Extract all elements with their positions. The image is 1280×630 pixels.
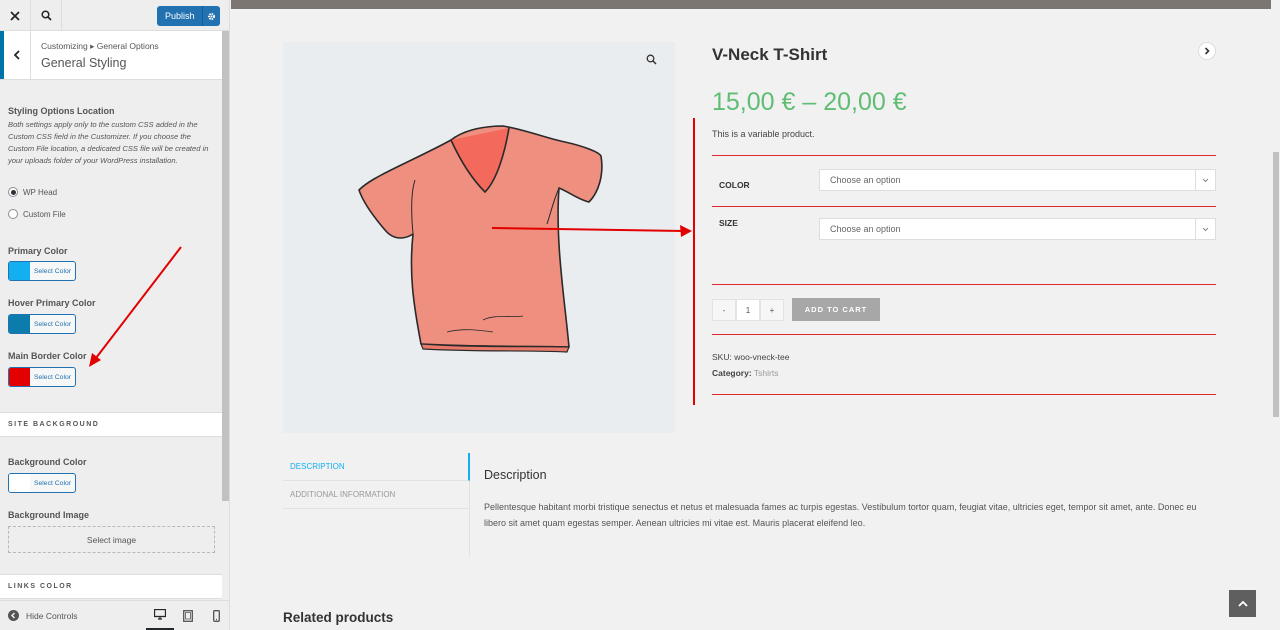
device-desktop-button[interactable]	[146, 601, 174, 630]
chevron-down-icon	[1195, 219, 1215, 239]
category-link[interactable]: Tshirts	[754, 368, 779, 378]
primary-color-button[interactable]: Select Color	[8, 261, 76, 281]
background-color-label: Background Color	[8, 457, 87, 467]
sku-value: woo-vneck-tee	[734, 352, 790, 362]
chevron-down-icon	[1195, 170, 1215, 190]
divider	[712, 334, 1216, 335]
search-button[interactable]	[31, 0, 62, 31]
product-category: Category: Tshirts	[712, 368, 778, 378]
background-image-label: Background Image	[8, 510, 90, 520]
hover-primary-color-label: Hover Primary Color	[8, 298, 96, 308]
attribute-color-select[interactable]: Choose an option	[819, 169, 1216, 191]
customizer-panel: Publish Customizing ▸ General Options Ge…	[0, 0, 230, 630]
main-border-color-button-label: Select Color	[33, 373, 72, 381]
preview-scrollbar-thumb[interactable]	[1273, 152, 1279, 417]
back-button[interactable]	[0, 31, 31, 79]
product-sku: SKU: woo-vneck-tee	[712, 352, 790, 362]
hover-primary-color-swatch	[9, 315, 30, 333]
description-heading: Description	[484, 468, 547, 482]
device-mobile-button[interactable]	[202, 601, 229, 630]
publish-settings-button[interactable]	[203, 12, 220, 21]
attribute-color-label: COLOR	[719, 180, 750, 190]
divider	[712, 206, 1216, 207]
main-border-color-label: Main Border Color	[8, 351, 87, 361]
product-tabs: DESCRIPTION ADDITIONAL INFORMATION	[283, 453, 470, 557]
hide-controls-label: Hide Controls	[26, 610, 78, 621]
quantity-input[interactable]: 1	[736, 299, 760, 321]
category-label: Category:	[712, 368, 752, 378]
desktop-icon	[154, 609, 166, 620]
chevron-right-icon	[1204, 47, 1210, 55]
background-color-button-label: Select Color	[33, 479, 72, 487]
tablet-icon	[183, 610, 193, 622]
site-background-heading: SITE BACKGROUND	[0, 412, 222, 437]
publish-button[interactable]: Publish	[157, 6, 220, 26]
background-color-swatch	[9, 474, 30, 492]
divider	[712, 284, 1216, 285]
sku-label: SKU:	[712, 352, 732, 362]
hide-controls-button[interactable]: Hide Controls	[8, 610, 78, 621]
mobile-icon	[212, 610, 220, 622]
next-product-button[interactable]	[1198, 42, 1216, 60]
customizer-header: Publish	[0, 0, 229, 31]
scroll-to-top-button[interactable]	[1229, 590, 1256, 617]
product-title: V-Neck T-Shirt	[712, 45, 828, 64]
related-products-heading: Related products	[283, 610, 394, 625]
radio-wp-head[interactable]: WP Head	[8, 187, 57, 197]
close-icon	[10, 10, 20, 21]
primary-color-label: Primary Color	[8, 246, 68, 256]
gear-icon	[207, 12, 216, 20]
radio-wp-head-control[interactable]	[8, 187, 18, 197]
search-icon	[40, 10, 52, 21]
tab-description[interactable]: DESCRIPTION	[283, 453, 470, 481]
divider	[712, 394, 1216, 395]
product-price: 15,00 € – 20,00 €	[712, 88, 907, 116]
background-color-button[interactable]: Select Color	[8, 473, 76, 493]
divider	[712, 155, 1216, 156]
styling-location-description: Both settings apply only to the custom C…	[8, 120, 209, 165]
primary-color-swatch	[9, 262, 30, 280]
hover-primary-color-button-label: Select Color	[33, 320, 72, 328]
product-short-description: This is a variable product.	[712, 129, 815, 139]
customizer-footer: Hide Controls	[0, 600, 229, 630]
description-text: Pellentesque habitant morbi tristique se…	[484, 502, 1197, 528]
breadcrumb: Customizing ▸ General Options	[41, 41, 159, 51]
main-border-color-swatch	[9, 368, 30, 386]
select-image-button[interactable]: Select image	[8, 526, 215, 553]
attribute-size-label: SIZE	[719, 218, 738, 228]
attribute-color-value: Choose an option	[830, 175, 901, 185]
quantity-plus-button[interactable]: +	[760, 299, 784, 321]
arrow-up-icon	[1237, 600, 1248, 607]
tab-additional-information[interactable]: ADDITIONAL INFORMATION	[283, 481, 469, 509]
styling-location-label: Styling Options Location	[8, 106, 115, 116]
radio-custom-file-control[interactable]	[8, 209, 18, 219]
radio-wp-head-label: WP Head	[23, 187, 58, 197]
collapse-icon	[8, 610, 19, 621]
hover-primary-color-button[interactable]: Select Color	[8, 314, 76, 334]
radio-custom-file[interactable]: Custom File	[8, 209, 66, 219]
zoom-icon[interactable]	[646, 54, 657, 65]
chevron-left-icon	[13, 50, 20, 60]
section-header: Customizing ▸ General Options General St…	[0, 31, 222, 80]
device-tablet-button[interactable]	[174, 601, 202, 630]
panel-scrollbar[interactable]	[222, 31, 229, 501]
add-to-cart-button[interactable]: ADD TO CART	[792, 298, 880, 321]
main-border-color-button[interactable]: Select Color	[8, 367, 76, 387]
close-button[interactable]	[0, 0, 31, 31]
section-title: General Styling	[41, 56, 127, 70]
quantity-minus-button[interactable]: -	[712, 299, 736, 321]
primary-color-button-label: Select Color	[33, 267, 72, 275]
attribute-size-select[interactable]: Choose an option	[819, 218, 1216, 240]
radio-custom-file-label: Custom File	[23, 209, 66, 219]
product-image[interactable]	[283, 42, 675, 433]
tshirt-illustration	[358, 125, 603, 353]
header-image-strip	[231, 0, 1271, 9]
attribute-size-value: Choose an option	[830, 224, 901, 234]
links-color-heading: LINKS COLOR	[0, 574, 222, 599]
site-preview: V-Neck T-Shirt 15,00 € – 20,00 € This is…	[231, 0, 1280, 630]
publish-label: Publish	[165, 11, 195, 21]
